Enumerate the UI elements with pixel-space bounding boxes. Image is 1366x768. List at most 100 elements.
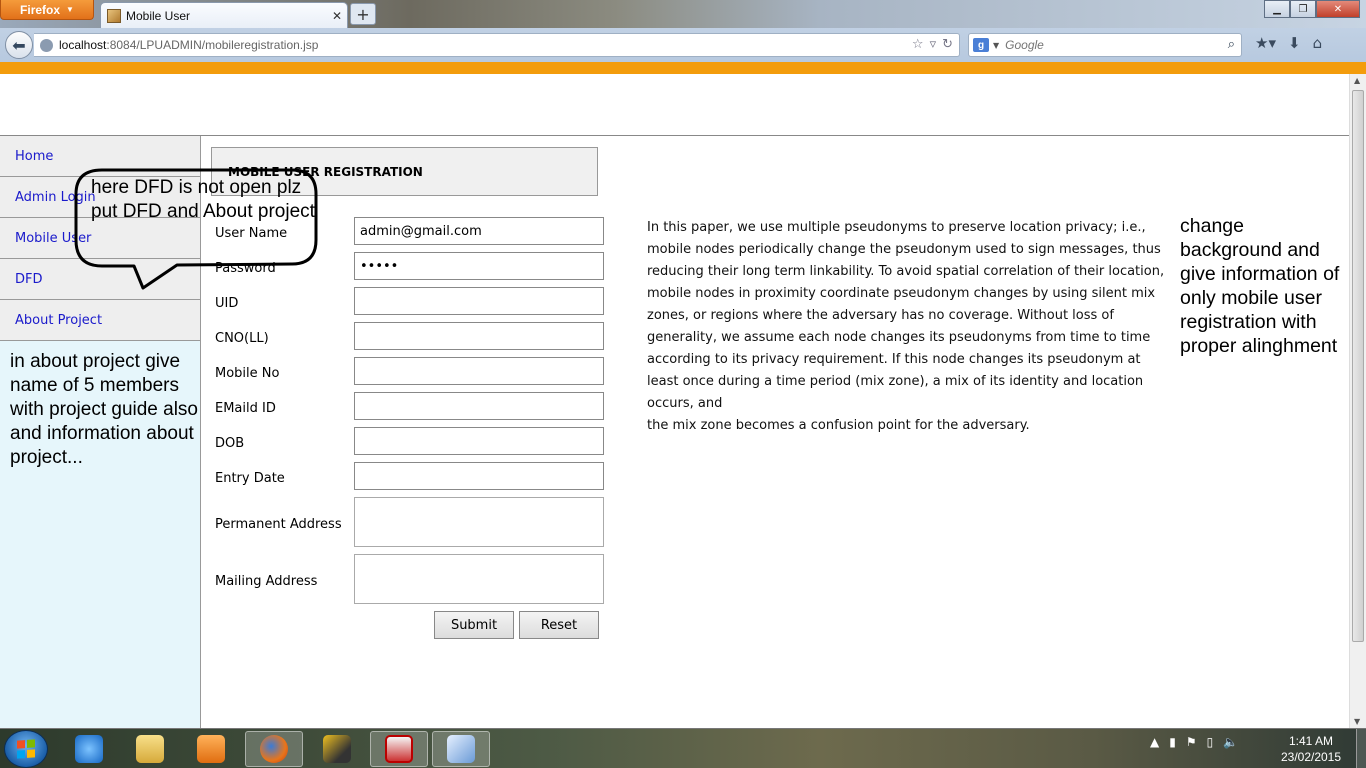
clock-date: 23/02/2015 xyxy=(1280,750,1342,764)
lightning-icon xyxy=(323,735,351,763)
taskbar-media-player[interactable] xyxy=(182,731,240,767)
bookmarks-icon[interactable]: ★▾ xyxy=(1255,34,1276,52)
new-tab-button[interactable]: + xyxy=(350,3,376,25)
toolbar-buttons: ★▾ ⬇ ⌂ xyxy=(1255,34,1322,52)
paragraph-line: zones, or regions where the adversary ha… xyxy=(647,308,1114,323)
page-scrollbar[interactable]: ▲ ▼ xyxy=(1349,74,1366,728)
label-cno-ll: CNO(LL) xyxy=(215,331,269,346)
browser-tab-active[interactable]: Mobile User ✕ xyxy=(100,2,348,28)
clock-time: 1:41 AM xyxy=(1288,734,1334,748)
search-bar[interactable]: g ▼ ⌕ xyxy=(968,33,1242,57)
navigation-toolbar: ⬅ localhost:8084/LPUADMIN/mobileregistra… xyxy=(0,28,1366,62)
action-center-flag-icon[interactable]: ⚑ xyxy=(1186,735,1197,749)
power-icon[interactable]: ▯ xyxy=(1207,735,1214,749)
taskbar-internet-explorer[interactable] xyxy=(60,731,118,767)
reload-icon[interactable]: ↻ xyxy=(942,37,953,52)
bookmark-star-icon[interactable]: ☆ xyxy=(912,37,924,52)
reset-button[interactable]: Reset xyxy=(519,611,599,639)
app-red-icon xyxy=(385,735,413,763)
show-hidden-icons-icon[interactable]: ▲ xyxy=(1150,735,1159,749)
show-desktop-button[interactable] xyxy=(1356,729,1366,768)
paragraph-line: reducing their long term linkability. To… xyxy=(647,264,1165,279)
label-password: Password xyxy=(215,261,276,276)
user-name-input[interactable] xyxy=(354,217,604,245)
search-icon[interactable]: ⌕ xyxy=(1228,37,1235,52)
globe-icon xyxy=(40,38,53,52)
taskbar-file-explorer[interactable] xyxy=(121,731,179,767)
taskbar-app-cube[interactable] xyxy=(432,731,490,767)
password-input[interactable] xyxy=(354,252,604,280)
window-close-button[interactable]: ✕ xyxy=(1316,0,1360,18)
address-bar[interactable]: localhost:8084/LPUADMIN/mobileregistrati… xyxy=(34,33,960,57)
scrollbar-thumb[interactable] xyxy=(1352,90,1364,642)
close-tab-icon[interactable]: ✕ xyxy=(332,9,342,23)
taskbar-winamp[interactable] xyxy=(308,731,366,767)
volume-icon[interactable]: 🔈 xyxy=(1223,735,1238,749)
sidebar-item-mobile-user[interactable]: Mobile User xyxy=(0,218,200,259)
windows-logo-icon xyxy=(17,739,35,759)
search-input[interactable] xyxy=(1005,38,1216,52)
url-host: localhost xyxy=(59,38,107,52)
window-controls: ▁ ❐ ✕ xyxy=(1264,0,1360,18)
scroll-up-icon[interactable]: ▲ xyxy=(1354,76,1360,85)
home-icon[interactable]: ⌂ xyxy=(1313,34,1323,52)
mailing-address-textarea[interactable] xyxy=(354,554,604,604)
permanent-address-textarea[interactable] xyxy=(354,497,604,547)
label-dob: DOB xyxy=(215,436,245,451)
page-header xyxy=(0,74,1349,136)
minimize-button[interactable]: ▁ xyxy=(1264,0,1290,18)
paragraph-line: least once during a time period (mix zon… xyxy=(647,374,1144,389)
firefox-menu-button[interactable]: Firefox ▼ xyxy=(0,0,94,20)
sidebar-link-about-project[interactable]: About Project xyxy=(15,313,102,328)
dropdown-arrow-icon[interactable]: ▿ xyxy=(930,37,937,52)
cube-icon xyxy=(447,735,475,763)
paragraph-line: mobile nodes in proximity coordinate pse… xyxy=(647,286,1156,301)
firefox-icon xyxy=(260,735,288,763)
label-email-id: EMaild ID xyxy=(215,401,276,416)
dob-input[interactable] xyxy=(354,427,604,455)
uid-input[interactable] xyxy=(354,287,604,315)
mobile-no-input[interactable] xyxy=(354,357,604,385)
taskbar-clock[interactable]: 1:41 AM 23/02/2015 xyxy=(1276,733,1346,765)
label-user-name: User Name xyxy=(215,226,288,241)
page-viewport: Home Admin Login Mobile User DFD About P… xyxy=(0,74,1349,728)
windows-taskbar: ▲ ▮ ⚑ ▯ 🔈 1:41 AM 23/02/2015 xyxy=(0,728,1366,768)
email-id-input[interactable] xyxy=(354,392,604,420)
network-icon[interactable]: ▮ xyxy=(1169,735,1176,749)
paragraph-line: mobile nodes periodically change the pse… xyxy=(647,242,1161,257)
scroll-down-icon[interactable]: ▼ xyxy=(1354,717,1360,726)
sidebar-link-dfd[interactable]: DFD xyxy=(15,272,43,287)
sidebar-item-dfd[interactable]: DFD xyxy=(0,259,200,300)
cno-ll-input[interactable] xyxy=(354,322,604,350)
back-button[interactable]: ⬅ xyxy=(5,31,33,59)
system-tray: ▲ ▮ ⚑ ▯ 🔈 xyxy=(1150,735,1238,749)
page-favicon-icon xyxy=(107,8,121,23)
folder-icon xyxy=(136,735,164,763)
sidebar-item-home[interactable]: Home xyxy=(0,136,200,177)
taskbar-app-red[interactable] xyxy=(370,731,428,767)
description-paragraph: In this paper, we use multiple pseudonym… xyxy=(647,217,1177,437)
paragraph-line: the mix zone becomes a confusion point f… xyxy=(647,418,1030,433)
arrow-left-icon: ⬅ xyxy=(12,35,26,55)
paragraph-line: In this paper, we use multiple pseudonym… xyxy=(647,220,1146,235)
entry-date-input[interactable] xyxy=(354,462,604,490)
start-button[interactable] xyxy=(4,730,48,768)
browser-chrome: Firefox ▼ Mobile User ✕ + ▁ ❐ ✕ ⬅ localh… xyxy=(0,0,1366,62)
submit-button[interactable]: Submit xyxy=(434,611,514,639)
maximize-button[interactable]: ❐ xyxy=(1290,0,1316,18)
right-annotation-note: change background and give information o… xyxy=(1180,215,1340,357)
chevron-down-icon: ▼ xyxy=(66,5,74,14)
sidebar-link-home[interactable]: Home xyxy=(15,149,53,164)
chevron-down-icon[interactable]: ▼ xyxy=(993,41,999,50)
tab-title: Mobile User xyxy=(126,8,191,23)
sidebar-link-mobile-user[interactable]: Mobile User xyxy=(15,231,91,246)
sidebar-link-admin-login[interactable]: Admin Login xyxy=(15,190,96,205)
downloads-icon[interactable]: ⬇ xyxy=(1288,34,1301,52)
sidebar-annotation-note: in about project give name of 5 members … xyxy=(10,351,198,468)
sidebar-item-about-project[interactable]: About Project xyxy=(0,300,200,341)
google-logo-icon[interactable]: g xyxy=(973,38,989,52)
media-player-icon xyxy=(197,735,225,763)
taskbar-firefox[interactable] xyxy=(245,731,303,767)
label-mobile-no: Mobile No xyxy=(215,366,280,381)
page-accent-bar xyxy=(0,62,1366,74)
